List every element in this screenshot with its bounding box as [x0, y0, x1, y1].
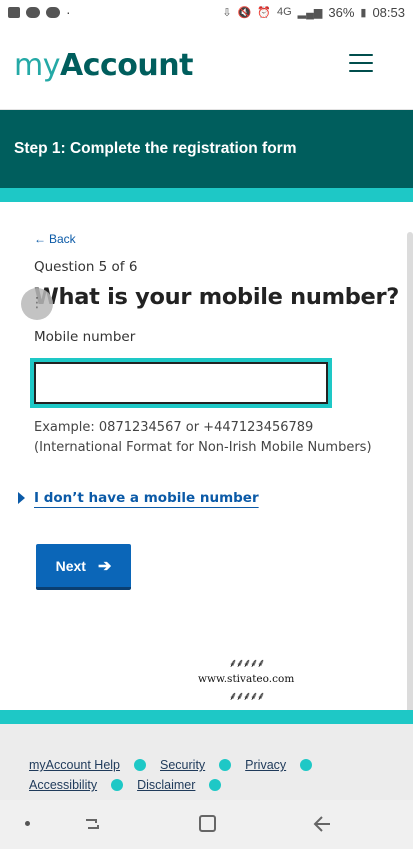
footer-link-security[interactable]: Security [160, 758, 205, 772]
back-nav-icon[interactable] [312, 813, 334, 835]
next-label: Next [55, 557, 86, 574]
site-footer: myAccount Help Security Privacy Accessib… [0, 724, 413, 800]
footer-link-privacy[interactable]: Privacy [245, 758, 286, 772]
alarm-icon: ⏰ [257, 6, 271, 19]
nav-dot-icon[interactable] [25, 821, 30, 826]
footer-row-1: myAccount Help Security Privacy [29, 758, 399, 772]
separator-dot-icon [300, 759, 313, 771]
footer-link-help[interactable]: myAccount Help [29, 758, 120, 772]
logo-my: my [14, 48, 60, 83]
footer-link-accessibility[interactable]: Accessibility [29, 778, 97, 792]
footer-link-disclaimer[interactable]: Disclaimer [137, 778, 195, 792]
laurel-bottom-icon: ⸙⸙⸙⸙⸙ [228, 689, 265, 703]
recent-apps-icon[interactable] [83, 815, 101, 833]
logo-account: Account [59, 48, 193, 83]
triangle-right-icon [18, 492, 25, 504]
separator-dot-icon [209, 779, 222, 791]
mobile-number-input[interactable] [34, 362, 328, 404]
footer-row-2: Accessibility Disclaimer [29, 778, 399, 792]
step-title: Step 1: Complete the registration form [14, 140, 297, 157]
registration-form: ← Back Question 5 of 6 What is your mobil… [0, 202, 413, 710]
gallery-icon [8, 6, 20, 18]
accessibility-assistant-icon[interactable]: ⋮ [21, 288, 53, 320]
watermark: ⸙⸙⸙⸙⸙ www.stivateo.com ⸙⸙⸙⸙⸙ [198, 654, 294, 704]
line-app-icon [26, 6, 40, 18]
no-mobile-link[interactable]: I don’t have a mobile number [34, 490, 259, 506]
next-button[interactable]: Next ➔ [36, 544, 131, 590]
page-title: What is your mobile number? [34, 284, 400, 310]
mobile-number-label: Mobile number [34, 329, 136, 345]
separator-dot-icon [134, 759, 147, 771]
mute-icon: 🔇 [237, 6, 252, 19]
question-count: Question 5 of 6 [34, 259, 138, 275]
signal-icon: ▂▄▆ [297, 6, 323, 19]
back-link[interactable]: ← Back [34, 232, 76, 246]
status-bar: · ⇩ 🔇 ⏰ 4G ▂▄▆ 36% ▮ 08:53 [0, 0, 413, 24]
download-icon: ⇩ [222, 6, 232, 19]
arrow-left-icon: ← [34, 232, 46, 246]
laurel-top-icon: ⸙⸙⸙⸙⸙ [228, 656, 265, 670]
arrow-right-icon: ➔ [97, 557, 112, 575]
site-header: myAccount [0, 24, 413, 110]
separator-dot-icon [111, 779, 124, 791]
line-app-icon-2 [46, 6, 60, 18]
home-icon[interactable] [199, 815, 216, 832]
watermark-text: www.stivateo.com [198, 673, 295, 685]
separator-dot-icon [219, 759, 232, 771]
no-mobile-toggle[interactable]: I don’t have a mobile number [18, 490, 259, 506]
status-left: · [8, 4, 71, 20]
system-nav-bar [0, 800, 413, 849]
accent-divider [0, 188, 413, 202]
myaccount-logo[interactable]: myAccount [14, 48, 193, 83]
hamburger-menu-icon[interactable] [349, 54, 373, 74]
footer-accent-divider [0, 710, 413, 724]
back-label: Back [49, 232, 76, 246]
battery-icon: ▮ [360, 6, 367, 19]
clock: 08:53 [372, 4, 405, 20]
status-right: ⇩ 🔇 ⏰ 4G ▂▄▆ 36% ▮ 08:53 [222, 5, 405, 20]
mobile-input-focus-ring [30, 358, 332, 408]
page-scrollbar[interactable] [407, 232, 413, 746]
step-banner: Step 1: Complete the registration form [0, 110, 413, 188]
battery-percent: 36% [328, 4, 355, 20]
network-type: 4G [276, 6, 292, 18]
mobile-number-hint: Example: 0871234567 or +447123456789 (In… [34, 420, 372, 455]
footer-links: myAccount Help Security Privacy Accessib… [29, 758, 399, 798]
more-notifications-icon: · [66, 4, 71, 20]
